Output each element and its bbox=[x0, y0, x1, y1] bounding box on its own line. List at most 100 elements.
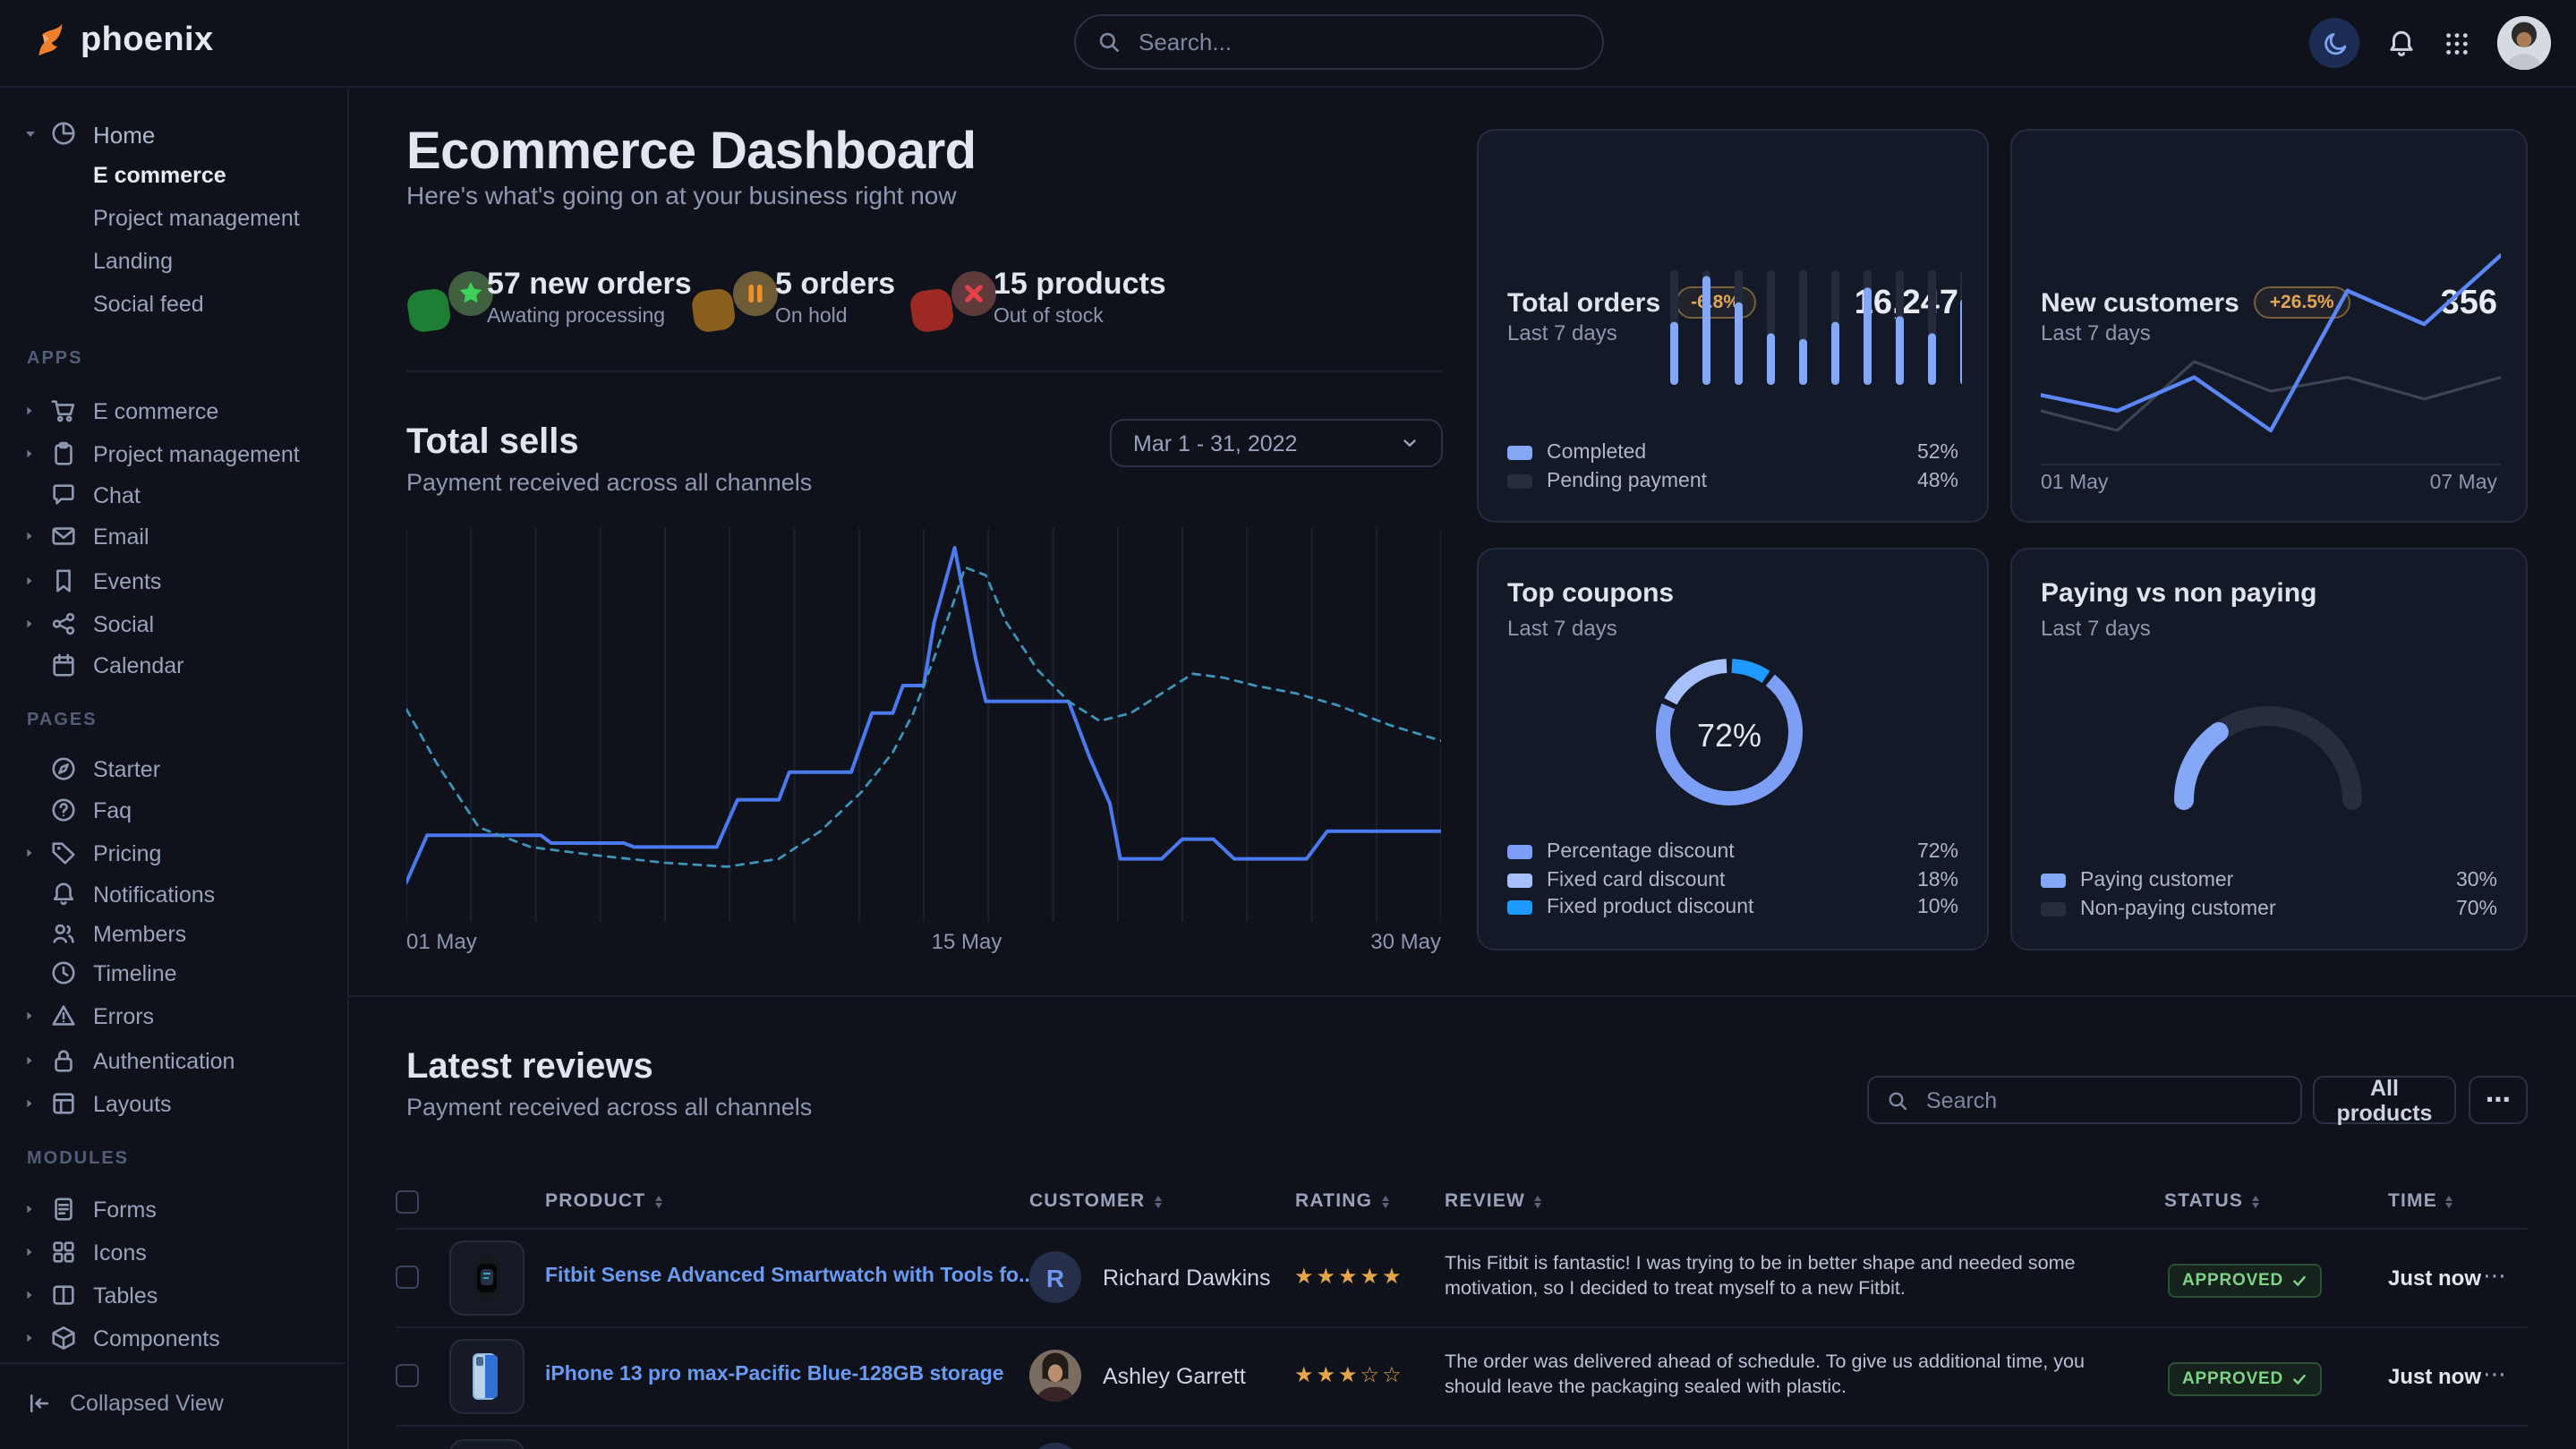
sidebar-item-authentication[interactable]: Authentication bbox=[0, 1045, 347, 1078]
caret-right-icon bbox=[23, 847, 36, 859]
customer-avatar bbox=[1029, 1443, 1081, 1449]
sidebar-item-label: Home bbox=[93, 122, 155, 149]
mail-icon bbox=[50, 523, 77, 550]
legend-swatch bbox=[1507, 900, 1532, 915]
legend-swatch bbox=[2041, 901, 2066, 916]
date-range-select[interactable]: Mar 1 - 31, 2022 bbox=[1110, 419, 1443, 467]
table-row-partial bbox=[347, 1425, 2576, 1449]
column-header-rating[interactable]: RATING bbox=[1295, 1190, 1388, 1212]
navbar-actions bbox=[2309, 0, 2551, 86]
sidebar-item-starter[interactable]: Starter bbox=[0, 754, 347, 786]
select-all-checkbox[interactable] bbox=[396, 1190, 419, 1214]
legend-label: Completed bbox=[1547, 442, 1646, 464]
caret-right-icon bbox=[23, 1010, 36, 1022]
sidebar-item-label: Timeline bbox=[93, 961, 177, 986]
grid4-icon bbox=[50, 1239, 77, 1266]
page-title: Ecommerce Dashboard bbox=[406, 124, 977, 183]
total-sells-subtitle: Payment received across all channels bbox=[406, 469, 812, 496]
sidebar-item-home[interactable]: Home bbox=[0, 118, 347, 150]
sidebar-item-chat[interactable]: Chat bbox=[0, 480, 347, 512]
search-icon bbox=[1887, 1089, 1908, 1111]
dark-mode-toggle[interactable] bbox=[2309, 18, 2359, 68]
pie-icon bbox=[50, 120, 77, 147]
column-header-status[interactable]: STATUS bbox=[2164, 1190, 2259, 1212]
top-navbar: phoenix bbox=[0, 0, 2576, 88]
search-icon bbox=[1097, 30, 1121, 54]
rating-stars: ★★★☆☆ bbox=[1294, 1362, 1404, 1387]
legend-value: 18% bbox=[1869, 869, 1958, 891]
sidebar-item-social[interactable]: Social bbox=[0, 609, 347, 641]
reviews-section-divider bbox=[347, 995, 2576, 997]
legend-label: Pending payment bbox=[1547, 471, 1707, 492]
sidebar-subitem-social-feed[interactable]: Social feed bbox=[0, 288, 347, 320]
apps-menu-button[interactable] bbox=[2444, 30, 2470, 56]
legend-label: Fixed card discount bbox=[1547, 869, 1725, 891]
sidebar-section-modules: MODULES bbox=[27, 1149, 129, 1169]
sidebar-item-faq[interactable]: Faq bbox=[0, 795, 347, 827]
row-checkbox[interactable] bbox=[396, 1266, 419, 1289]
sidebar-item-project-management[interactable]: Project management bbox=[0, 439, 347, 471]
caret-right-icon bbox=[23, 530, 36, 542]
x-axis-label: 15 May bbox=[924, 929, 1010, 954]
column-label: CUSTOMER bbox=[1029, 1190, 1145, 1212]
reviews-search-input[interactable] bbox=[1923, 1086, 2282, 1114]
star-icon bbox=[406, 270, 496, 338]
product-link[interactable]: iPhone 13 pro max-Pacific Blue-128GB sto… bbox=[545, 1364, 1004, 1385]
total-sells-chart bbox=[406, 528, 1441, 922]
notifications-button[interactable] bbox=[2386, 28, 2417, 58]
sidebar-item-layouts[interactable]: Layouts bbox=[0, 1088, 347, 1121]
donut-center-label: 72% bbox=[1649, 718, 1810, 755]
sidebar-subitem-e-commerce[interactable]: E commerce bbox=[0, 159, 347, 192]
sidebar-item-calendar[interactable]: Calendar bbox=[0, 650, 347, 682]
caret-right-icon bbox=[23, 1203, 36, 1215]
sort-icon bbox=[1154, 1195, 1161, 1207]
sidebar-item-email[interactable]: Email bbox=[0, 521, 347, 553]
column-header-product[interactable]: PRODUCT bbox=[545, 1190, 661, 1212]
collapse-sidebar-button[interactable]: Collapsed View bbox=[27, 1391, 224, 1416]
status-badge: APPROVED bbox=[2168, 1264, 2321, 1298]
column-header-time[interactable]: TIME bbox=[2388, 1190, 2453, 1212]
sidebar-item-icons[interactable]: Icons bbox=[0, 1237, 347, 1269]
global-search[interactable] bbox=[1074, 14, 1604, 70]
sidebar-item-pricing[interactable]: Pricing bbox=[0, 838, 347, 870]
user-avatar[interactable] bbox=[2497, 16, 2551, 70]
sidebar-item-components[interactable]: Components bbox=[0, 1323, 347, 1355]
sidebar-item-label: Members bbox=[93, 922, 186, 947]
row-more-button[interactable]: ⋯ bbox=[2483, 1262, 2506, 1291]
sidebar-item-events[interactable]: Events bbox=[0, 566, 347, 598]
stat-on-hold bbox=[691, 270, 780, 338]
caret-right-icon bbox=[23, 1054, 36, 1067]
table-row: Fitbit Sense Advanced Smartwatch with To… bbox=[347, 1228, 2576, 1326]
new-customers-line-chart bbox=[2041, 243, 2501, 440]
row-more-button[interactable]: ⋯ bbox=[2483, 1360, 2506, 1389]
total-sells-title: Total sells bbox=[406, 422, 579, 464]
table-more-button[interactable]: ⋯ bbox=[2469, 1076, 2528, 1124]
sidebar-subitem-landing[interactable]: Landing bbox=[0, 245, 347, 277]
checkbox[interactable] bbox=[396, 1190, 419, 1214]
sidebar-item-errors[interactable]: Errors bbox=[0, 1001, 347, 1033]
column-header-customer[interactable]: CUSTOMER bbox=[1029, 1190, 1161, 1212]
all-products-button[interactable]: All products bbox=[2313, 1076, 2456, 1124]
sidebar-item-label: E commerce bbox=[93, 399, 218, 424]
sidebar-item-tables[interactable]: Tables bbox=[0, 1280, 347, 1312]
sidebar-item-timeline[interactable]: Timeline bbox=[0, 958, 347, 990]
sidebar-subitem-project-management[interactable]: Project management bbox=[0, 202, 347, 234]
product-link[interactable]: Fitbit Sense Advanced Smartwatch with To… bbox=[545, 1266, 1036, 1287]
review-text: The order was delivered ahead of schedul… bbox=[1445, 1350, 2143, 1400]
column-header-review[interactable]: REVIEW bbox=[1445, 1190, 1541, 1212]
clock-icon bbox=[50, 959, 77, 986]
global-search-input[interactable] bbox=[1135, 27, 1581, 57]
warning-icon bbox=[50, 1002, 77, 1029]
reviews-search[interactable] bbox=[1867, 1076, 2302, 1124]
sidebar-item-label: Chat bbox=[93, 483, 141, 508]
row-checkbox[interactable] bbox=[396, 1364, 419, 1387]
legend-paying-customer: Paying customer bbox=[2041, 870, 2233, 891]
sidebar-item-members[interactable]: Members bbox=[0, 918, 347, 950]
sidebar-item-e-commerce[interactable]: E commerce bbox=[0, 396, 347, 428]
stat-text: 5 ordersOn hold bbox=[775, 267, 895, 328]
sidebar-item-forms[interactable]: Forms bbox=[0, 1194, 347, 1226]
sidebar-item-notifications[interactable]: Notifications bbox=[0, 879, 347, 911]
sidebar-item-label: Components bbox=[93, 1326, 220, 1351]
brand-logo[interactable]: phoenix bbox=[27, 20, 214, 61]
legend-value: 30% bbox=[2408, 870, 2497, 891]
